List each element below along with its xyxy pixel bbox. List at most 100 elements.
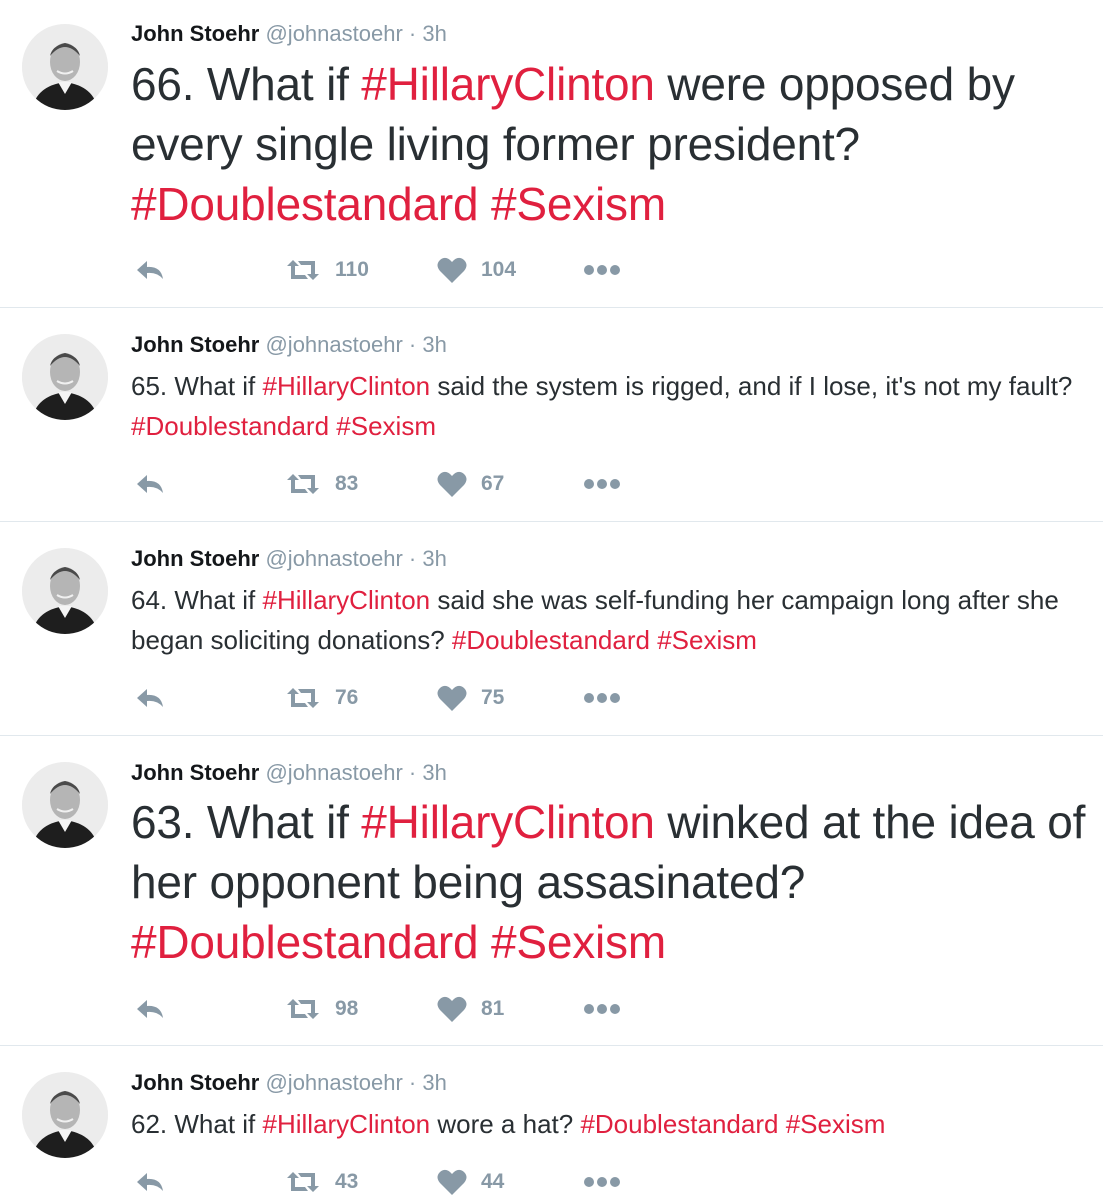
retweet-button[interactable]: 110 [285,255,369,285]
reply-button[interactable] [135,255,165,285]
tweet-text: 63. What if #HillaryClinton winked at th… [131,792,1091,972]
reply-icon [137,261,163,279]
timestamp[interactable]: 3h [422,332,446,357]
like-button[interactable]: 104 [437,255,516,285]
author-name[interactable]: John Stoehr [131,760,259,785]
timestamp[interactable]: 3h [422,546,446,571]
author-handle[interactable]: @johnastoehr [265,21,402,46]
tweet-header: John Stoehr @johnastoehr · 3h [131,20,447,48]
author-name[interactable]: John Stoehr [131,21,259,46]
retweet-button[interactable]: 43 [285,1167,358,1197]
hashtag-link[interactable]: #HillaryClinton [263,1109,431,1139]
hashtag-link[interactable]: #HillaryClinton [361,58,655,110]
avatar[interactable] [22,1072,108,1158]
tweet-actions: 98 81 [131,994,731,1024]
like-button[interactable]: 67 [437,469,504,499]
hashtag-link[interactable]: #Doublestandard [131,916,479,968]
avatar-photo [22,1072,108,1158]
text-segment [778,1109,785,1139]
avatar[interactable] [22,548,108,634]
avatar[interactable] [22,24,108,110]
like-button[interactable]: 44 [437,1167,504,1197]
avatar-photo [22,548,108,634]
more-button[interactable] [583,469,621,499]
tweet-actions: 83 67 [131,469,731,499]
more-button[interactable] [583,994,621,1024]
retweet-count: 43 [335,1170,359,1193]
tweet-header: John Stoehr @johnastoehr · 3h [131,331,447,359]
hashtag-link[interactable]: #Sexism [657,625,757,655]
author-handle[interactable]: @johnastoehr [265,546,402,571]
heart-icon [437,471,467,497]
more-button[interactable] [583,683,621,713]
more-button[interactable] [583,255,621,285]
hashtag-link[interactable]: #Sexism [491,916,666,968]
tweet-text: 66. What if #HillaryClinton were opposed… [131,54,1091,234]
reply-button[interactable] [135,994,165,1024]
reply-icon [137,1173,163,1191]
tweet-text: 65. What if #HillaryClinton said the sys… [131,366,1091,446]
avatar[interactable] [22,334,108,420]
hashtag-link[interactable]: #Doublestandard [580,1109,778,1139]
author-handle[interactable]: @johnastoehr [265,760,402,785]
hashtag-link[interactable]: #Doublestandard [131,178,479,230]
text-segment: 66. What if [131,58,362,110]
more-button[interactable] [583,1167,621,1197]
retweet-icon [287,999,319,1019]
hashtag-link[interactable]: #Doublestandard [452,625,650,655]
hashtag-link[interactable]: #HillaryClinton [361,796,655,848]
tweet[interactable]: John Stoehr @johnastoehr · 3h 63. What i… [0,736,1103,1046]
tweet-text: 64. What if #HillaryClinton said she was… [131,580,1091,660]
separator: · [408,546,417,571]
separator: · [408,760,417,785]
more-icon [584,1177,620,1187]
tweet[interactable]: John Stoehr @johnastoehr · 3h 65. What i… [0,308,1103,522]
reply-button[interactable] [135,469,165,499]
text-segment [478,178,491,230]
timestamp[interactable]: 3h [422,1070,446,1095]
author-handle[interactable]: @johnastoehr [265,332,402,357]
heart-icon [437,1169,467,1195]
retweet-count: 110 [335,258,369,281]
tweet[interactable]: John Stoehr @johnastoehr · 3h 66. What i… [0,0,1103,308]
author-name[interactable]: John Stoehr [131,1070,259,1095]
more-icon [584,693,620,703]
like-count: 81 [481,997,505,1020]
tweet-header: John Stoehr @johnastoehr · 3h [131,759,447,787]
hashtag-link[interactable]: #Sexism [491,178,666,230]
avatar-photo [22,762,108,848]
like-button[interactable]: 81 [437,994,504,1024]
tweet-actions: 76 75 [131,683,731,713]
heart-icon [437,996,467,1022]
reply-icon [137,475,163,493]
retweet-count: 98 [335,997,359,1020]
tweet[interactable]: John Stoehr @johnastoehr · 3h 64. What i… [0,522,1103,736]
hashtag-link[interactable]: #Doublestandard [131,411,329,441]
retweet-count: 83 [335,472,359,495]
like-button[interactable]: 75 [437,683,504,713]
hashtag-link[interactable]: #HillaryClinton [263,585,431,615]
author-handle[interactable]: @johnastoehr [265,1070,402,1095]
author-name[interactable]: John Stoehr [131,546,259,571]
retweet-icon [287,474,319,494]
retweet-button[interactable]: 76 [285,683,358,713]
retweet-button[interactable]: 83 [285,469,358,499]
reply-button[interactable] [135,1167,165,1197]
hashtag-link[interactable]: #HillaryClinton [263,371,431,401]
timestamp[interactable]: 3h [422,21,446,46]
reply-button[interactable] [135,683,165,713]
separator: · [408,21,417,46]
author-name[interactable]: John Stoehr [131,332,259,357]
retweet-button[interactable]: 98 [285,994,358,1024]
timestamp[interactable]: 3h [422,760,446,785]
hashtag-link[interactable]: #Sexism [786,1109,886,1139]
like-count: 67 [481,472,505,495]
tweet-actions: 43 44 [131,1167,731,1197]
heart-icon [437,685,467,711]
tweet[interactable]: John Stoehr @johnastoehr · 3h 62. What i… [0,1046,1103,1200]
avatar[interactable] [22,762,108,848]
hashtag-link[interactable]: #Sexism [336,411,436,441]
like-count: 44 [481,1170,505,1193]
tweet-header: John Stoehr @johnastoehr · 3h [131,545,447,573]
like-count: 104 [481,258,517,281]
